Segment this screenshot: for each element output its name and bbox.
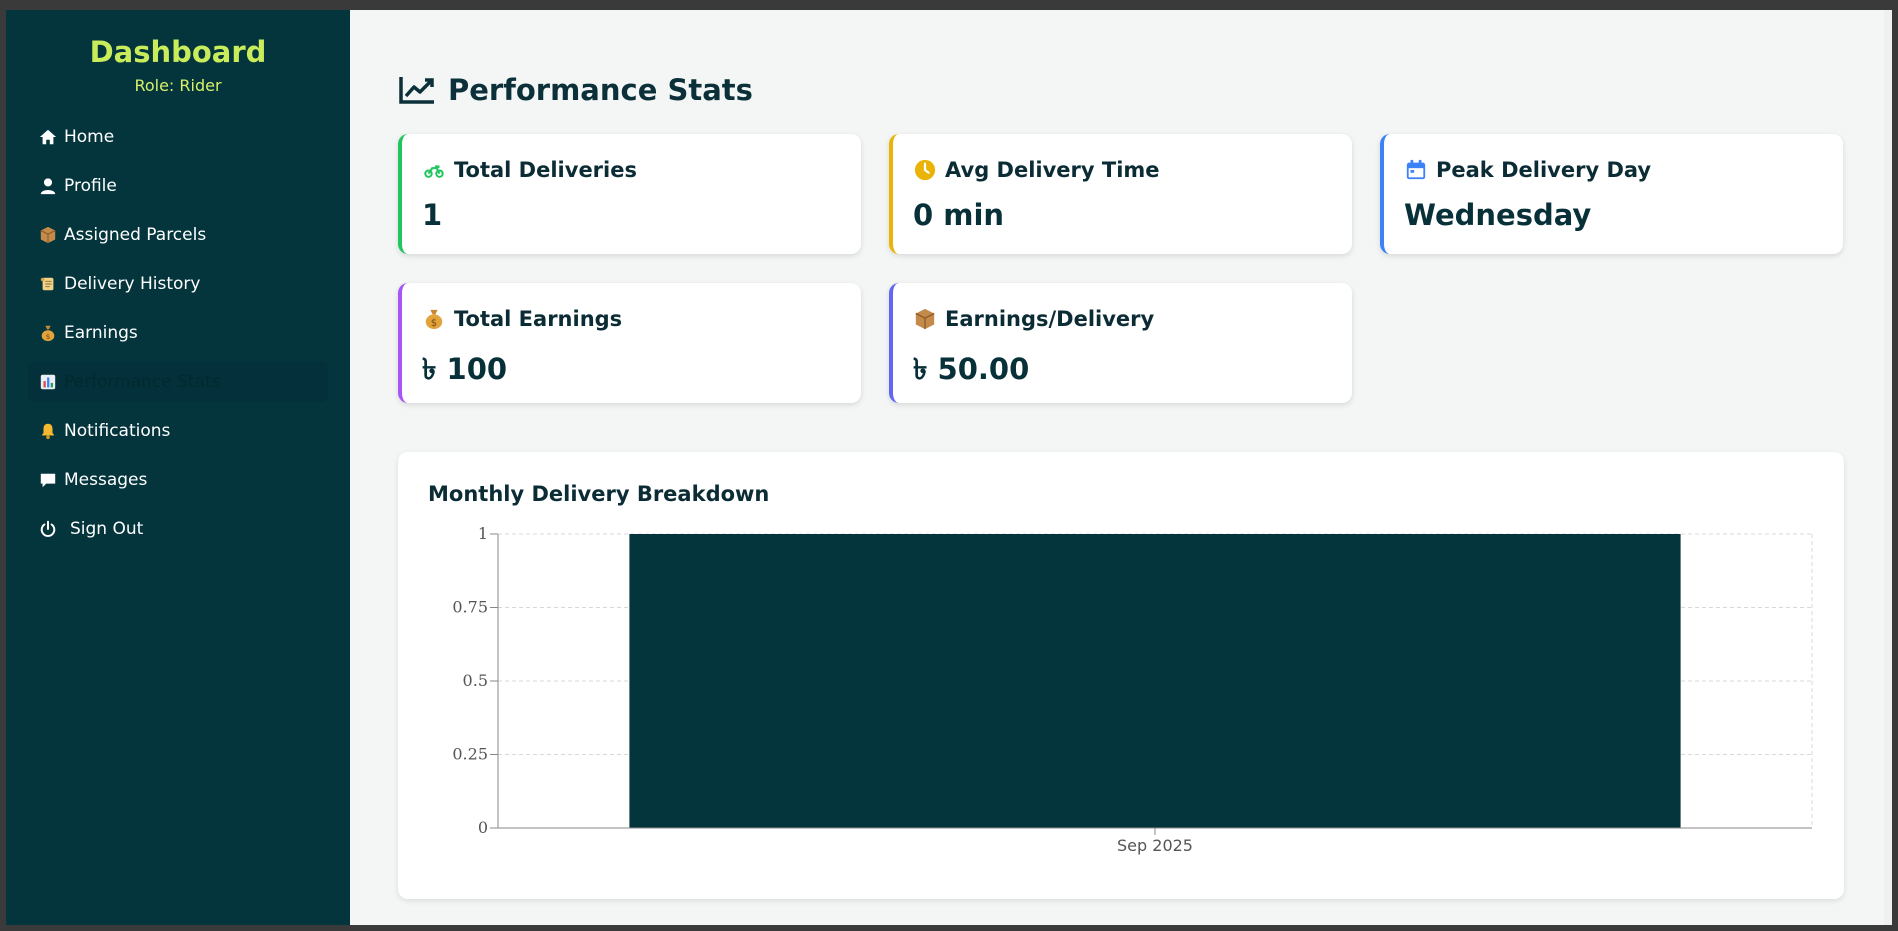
main-content: Performance Stats Total Deliveries 1 Avg… bbox=[350, 10, 1892, 925]
message-icon bbox=[38, 470, 58, 490]
sidebar-item-home[interactable]: Home bbox=[28, 117, 328, 157]
page-header: Performance Stats bbox=[398, 70, 1844, 110]
sidebar-item-performance-stats[interactable]: Performance Stats bbox=[28, 362, 328, 402]
stat-card-avg-delivery-time: Avg Delivery Time 0 min bbox=[889, 134, 1352, 254]
sidebar-item-label: Assigned Parcels bbox=[64, 225, 207, 245]
stat-card-label: Peak Delivery Day bbox=[1436, 158, 1652, 182]
chart-title: Monthly Delivery Breakdown bbox=[428, 482, 770, 506]
sidebar-item-delivery-history[interactable]: Delivery History bbox=[28, 264, 328, 304]
page-title: Performance Stats bbox=[448, 73, 753, 107]
y-tick-label: 0.25 bbox=[452, 745, 488, 764]
sidebar-item-label: Sign Out bbox=[70, 519, 144, 539]
money-bag-icon: $ bbox=[38, 323, 58, 343]
stat-card-label: Total Earnings bbox=[454, 307, 623, 331]
motorcycle-icon bbox=[422, 158, 446, 182]
stat-card-earnings-per-delivery: Earnings/Delivery ৳ 50.00 bbox=[889, 283, 1352, 403]
user-role: Role: Rider bbox=[134, 76, 222, 95]
x-tick-label: Sep 2025 bbox=[1117, 836, 1193, 855]
power-icon bbox=[38, 519, 58, 539]
package-icon bbox=[38, 225, 58, 245]
svg-text:$: $ bbox=[46, 332, 51, 341]
y-tick-label: 0 bbox=[478, 818, 488, 837]
stat-card-label: Earnings/Delivery bbox=[945, 307, 1155, 331]
stat-card-value: 0 min bbox=[913, 198, 1005, 232]
bell-icon bbox=[38, 421, 58, 441]
sidebar-item-label: Earnings bbox=[64, 323, 138, 343]
y-tick-label: 0.5 bbox=[463, 671, 488, 690]
sidebar-item-notifications[interactable]: Notifications bbox=[28, 411, 328, 451]
stat-card-total-earnings: $ Total Earnings ৳ 100 bbox=[398, 283, 861, 403]
stat-card-label: Avg Delivery Time bbox=[945, 158, 1160, 182]
monthly-delivery-chart: Monthly Delivery Breakdown 0 0.25 0.5 0.75 1… bbox=[398, 452, 1844, 899]
bar-chart-icon bbox=[38, 372, 58, 392]
y-tick-label: 1 bbox=[478, 524, 488, 543]
package-icon bbox=[913, 307, 937, 331]
sidebar-item-label: Notifications bbox=[64, 421, 171, 441]
bar bbox=[629, 534, 1681, 828]
sidebar-nav: Home Profile Assigned Parcels Delivery H… bbox=[6, 117, 350, 549]
stat-card-value: Wednesday bbox=[1404, 198, 1592, 232]
money-bag-icon: $ bbox=[422, 307, 446, 331]
stats-cards: Total Deliveries 1 Avg Delivery Time 0 m… bbox=[398, 134, 1844, 403]
user-icon bbox=[38, 176, 58, 196]
stat-card-value: 1 bbox=[422, 198, 443, 232]
sidebar-item-label: Home bbox=[64, 127, 115, 147]
sidebar-title: Dashboard bbox=[89, 35, 267, 69]
sidebar: Dashboard Role: Rider Home Profile Assig… bbox=[6, 10, 350, 925]
stat-card-total-deliveries: Total Deliveries 1 bbox=[398, 134, 861, 254]
scrollbar[interactable] bbox=[1884, 10, 1892, 925]
stat-card-label: Total Deliveries bbox=[454, 158, 637, 182]
y-tick-label: 0.75 bbox=[452, 598, 488, 617]
stat-card-value: ৳ 50.00 bbox=[913, 352, 1030, 386]
stat-card-peak-delivery-day: Peak Delivery Day Wednesday bbox=[1380, 134, 1843, 254]
chart-line-icon bbox=[398, 75, 436, 105]
calendar-icon bbox=[1404, 158, 1428, 182]
sidebar-item-earnings[interactable]: $ Earnings bbox=[28, 313, 328, 353]
sidebar-item-profile[interactable]: Profile bbox=[28, 166, 328, 206]
sidebar-item-label: Delivery History bbox=[64, 274, 201, 294]
home-icon bbox=[38, 127, 58, 147]
bar-chart: 0 0.25 0.5 0.75 1 Sep 2025 bbox=[452, 524, 1813, 855]
scroll-icon bbox=[38, 274, 58, 294]
sidebar-item-label: Performance Stats bbox=[64, 372, 221, 392]
sidebar-item-messages[interactable]: Messages bbox=[28, 460, 328, 500]
sidebar-item-assigned-parcels[interactable]: Assigned Parcels bbox=[28, 215, 328, 255]
svg-text:$: $ bbox=[431, 318, 437, 329]
stat-card-value: ৳ 100 bbox=[422, 352, 508, 386]
sidebar-item-sign-out[interactable]: Sign Out bbox=[28, 509, 328, 549]
sidebar-item-label: Profile bbox=[64, 176, 117, 196]
app-window: Dashboard Role: Rider Home Profile Assig… bbox=[6, 10, 1892, 925]
brand: Dashboard Role: Rider bbox=[6, 34, 350, 95]
sidebar-item-label: Messages bbox=[64, 470, 148, 490]
clock-icon bbox=[913, 158, 937, 182]
